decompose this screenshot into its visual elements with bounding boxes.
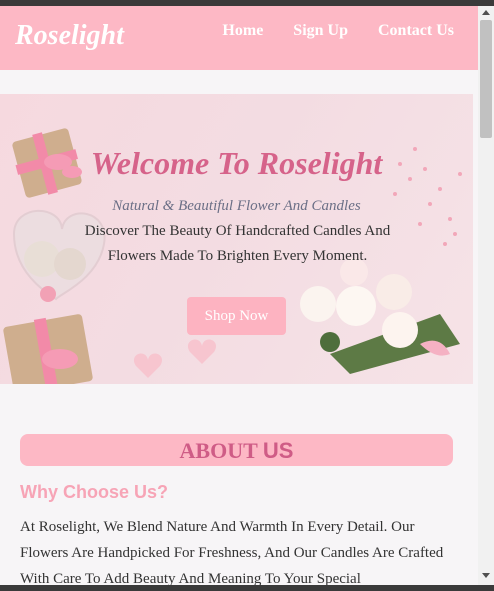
scroll-up-arrow-icon[interactable] (482, 10, 490, 15)
roses-bouquet-image (300, 258, 460, 374)
scrollbar-thumb[interactable] (480, 20, 492, 138)
gift-box-bottom-image (3, 314, 93, 384)
nav-signup-link[interactable]: Sign Up (293, 22, 348, 40)
hero-description: Discover The Beauty Of Handcrafted Candl… (84, 223, 391, 264)
hero-subtitle: Natural & Beautiful Flower And Candles (112, 198, 361, 214)
about-paragraph: At Roselight, We Blend Nature And Warmth… (20, 519, 444, 585)
site-logo[interactable]: Roselight (15, 20, 124, 52)
nav-home-link[interactable]: Home (222, 22, 263, 40)
why-choose-us-heading: Why Choose Us? (20, 482, 169, 502)
about-heading: ABOUT US (180, 438, 294, 463)
scroll-down-arrow-icon[interactable] (482, 573, 490, 578)
about-heading-part1: ABOUT (179, 438, 263, 463)
about-heading-bar: ABOUT US (20, 434, 453, 466)
shop-now-button[interactable]: Shop Now (187, 297, 286, 335)
nav-contact-link[interactable]: Contact Us (378, 22, 454, 40)
hero-title: Welcome To Roselight (90, 145, 383, 181)
page-viewport: Roselight Home Sign Up Contact Us Welcom… (0, 6, 478, 585)
heart-candles-image (133, 339, 217, 378)
site-header: Roselight Home Sign Up Contact Us (0, 6, 478, 70)
about-heading-part2: US (262, 438, 294, 463)
main-nav: Home Sign Up Contact Us (222, 22, 454, 40)
hero-banner: Welcome To Roselight Natural & Beautiful… (0, 94, 473, 384)
